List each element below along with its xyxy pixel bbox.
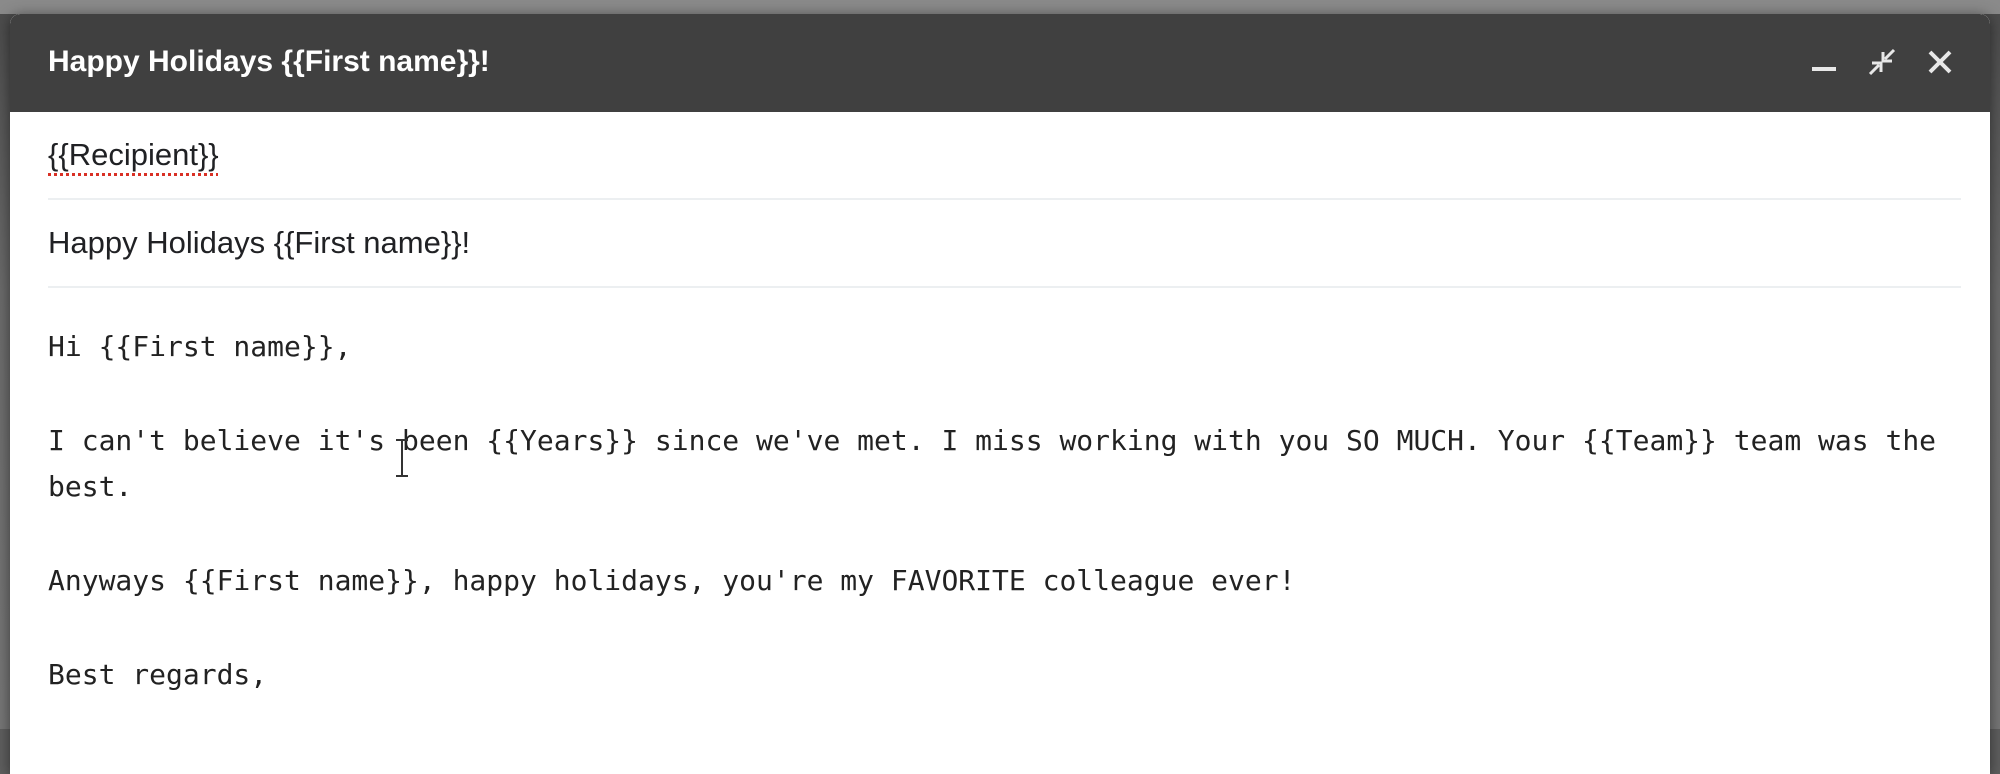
minimize-button[interactable] bbox=[1800, 40, 1848, 84]
background-toolbar bbox=[0, 0, 2000, 14]
subject-input[interactable]: Happy Holidays {{First name}}! bbox=[48, 225, 470, 261]
close-button[interactable] bbox=[1916, 40, 1964, 84]
window-controls bbox=[1790, 40, 1964, 84]
close-icon bbox=[1928, 50, 1952, 74]
text-cursor-icon bbox=[396, 439, 408, 477]
exit-fullscreen-icon bbox=[1868, 48, 1896, 76]
body-paragraph: Anyways {{First name}}, happy holidays, … bbox=[48, 564, 1296, 597]
compose-titlebar[interactable]: Happy Holidays {{First name}}! bbox=[10, 14, 1990, 112]
minimize-icon bbox=[1812, 67, 1836, 71]
body-paragraph: I can't believe it's been {{Years}} sinc… bbox=[48, 424, 1953, 503]
subject-field[interactable]: Happy Holidays {{First name}}! bbox=[48, 200, 1961, 288]
body-greeting: Hi {{First name}}, bbox=[48, 330, 352, 363]
compose-window: Happy Holidays {{First name}}! {{Recipie… bbox=[10, 14, 1990, 774]
to-field[interactable]: {{Recipient}} bbox=[48, 112, 1961, 200]
compose-title: Happy Holidays {{First name}}! bbox=[48, 45, 490, 78]
body-closing: Best regards, bbox=[48, 658, 268, 691]
exit-fullscreen-button[interactable] bbox=[1858, 40, 1906, 84]
message-body[interactable]: Hi {{First name}}, I can't believe it's … bbox=[48, 324, 1948, 746]
recipient-chip[interactable]: {{Recipient}} bbox=[48, 137, 219, 173]
